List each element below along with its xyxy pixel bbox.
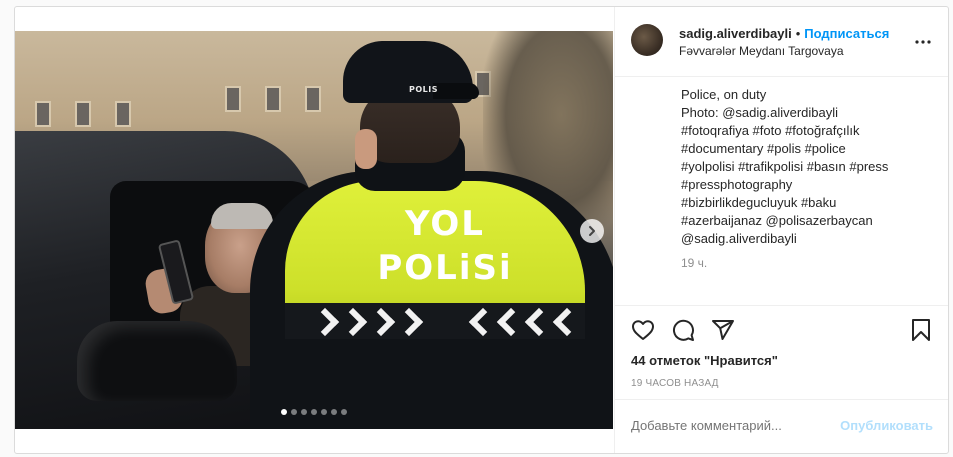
carousel-dot[interactable] bbox=[301, 409, 307, 415]
building-window bbox=[265, 86, 281, 112]
chevron-mark bbox=[551, 306, 569, 336]
action-bar bbox=[615, 306, 948, 352]
comment-input[interactable] bbox=[631, 418, 831, 433]
separator-dot: • bbox=[795, 26, 801, 41]
share-icon[interactable] bbox=[711, 318, 735, 342]
chevron-mark bbox=[467, 306, 485, 336]
location-link[interactable]: Fəvvarələr Meydanı Targovaya bbox=[679, 44, 844, 58]
caption-line: #fotoqrafiya #foto #fotoğrafçılık bbox=[681, 123, 860, 138]
building-window bbox=[115, 101, 131, 127]
building-window bbox=[35, 101, 51, 127]
heart-icon[interactable] bbox=[631, 318, 655, 342]
carousel-dots bbox=[15, 409, 613, 415]
chevron-mark bbox=[343, 306, 361, 336]
vest-label: YOL POLiSi bbox=[365, 207, 525, 285]
carousel-dot[interactable] bbox=[291, 409, 297, 415]
cap-label: POLIS bbox=[409, 85, 438, 94]
avatar[interactable] bbox=[631, 24, 663, 56]
caption-line: #azerbaijanaz @polisazerbaycan bbox=[681, 213, 873, 228]
chevron-mark bbox=[315, 306, 333, 336]
building-window bbox=[305, 86, 321, 112]
caption-line: #documentary #polis #police bbox=[681, 141, 846, 156]
vest-label-line1: YOL bbox=[405, 204, 485, 244]
car-mirror bbox=[77, 321, 237, 401]
caption-line: Photo: @sadig.aliverdibayli bbox=[681, 105, 839, 120]
caption-line: @sadig.aliverdibayli bbox=[681, 231, 797, 246]
vest-label-line2: POLiSi bbox=[377, 248, 513, 288]
carousel-dot[interactable] bbox=[331, 409, 337, 415]
carousel-dot[interactable] bbox=[341, 409, 347, 415]
caption-line: #pressphotography bbox=[681, 177, 793, 192]
post-side-panel: sadig.aliverdibayli • Подписаться Fəvvarəl… bbox=[614, 7, 948, 453]
chevron-mark bbox=[495, 306, 513, 336]
carousel-dot[interactable] bbox=[281, 409, 287, 415]
post-comment-button[interactable]: Опубликовать bbox=[840, 418, 933, 433]
caption-line: #bizbirlikdegucluyuk #baku bbox=[681, 195, 837, 210]
post-actions-section: 44 отметок "Нравится" 19 ЧАСОВ НАЗАД bbox=[615, 305, 948, 389]
caption-line: #yolpolisi #trafikpolisi #basın #press bbox=[681, 159, 889, 174]
user-row: sadig.aliverdibayli • Подписаться bbox=[679, 26, 889, 41]
cap-visor bbox=[433, 83, 479, 99]
post-header: sadig.aliverdibayli • Подписаться Fəvvarəl… bbox=[615, 7, 948, 77]
chevron-mark bbox=[399, 306, 417, 336]
officer-ear bbox=[355, 129, 377, 169]
post-photo[interactable]: YOL POLiSi POLIS bbox=[15, 31, 613, 429]
username-link[interactable]: sadig.aliverdibayli bbox=[679, 26, 792, 41]
building-window bbox=[75, 101, 91, 127]
chevron-mark bbox=[523, 306, 541, 336]
post-timestamp: 19 ЧАСОВ НАЗАД bbox=[631, 378, 719, 389]
driver-hair bbox=[211, 203, 273, 229]
carousel-next-button[interactable] bbox=[580, 219, 604, 243]
chevron-right-icon bbox=[589, 226, 595, 236]
more-options-icon[interactable] bbox=[914, 33, 932, 51]
bookmark-icon[interactable] bbox=[909, 318, 933, 342]
chevron-mark bbox=[371, 306, 389, 336]
caption-line: Police, on duty bbox=[681, 87, 767, 102]
caption-timestamp: 19 ч. bbox=[681, 256, 708, 270]
building-window bbox=[225, 86, 241, 112]
carousel-dot[interactable] bbox=[321, 409, 327, 415]
carousel-dot[interactable] bbox=[311, 409, 317, 415]
follow-button[interactable]: Подписаться bbox=[804, 26, 889, 41]
comment-bar: Опубликовать bbox=[615, 399, 948, 453]
post-card: YOL POLiSi POLIS sadig.aliverdibayli • П… bbox=[14, 6, 949, 454]
post-caption: Police, on duty Photo: @sadig.aliverdiba… bbox=[681, 86, 941, 248]
likes-count[interactable]: 44 отметок "Нравится" bbox=[631, 353, 778, 368]
comment-icon[interactable] bbox=[671, 318, 695, 342]
